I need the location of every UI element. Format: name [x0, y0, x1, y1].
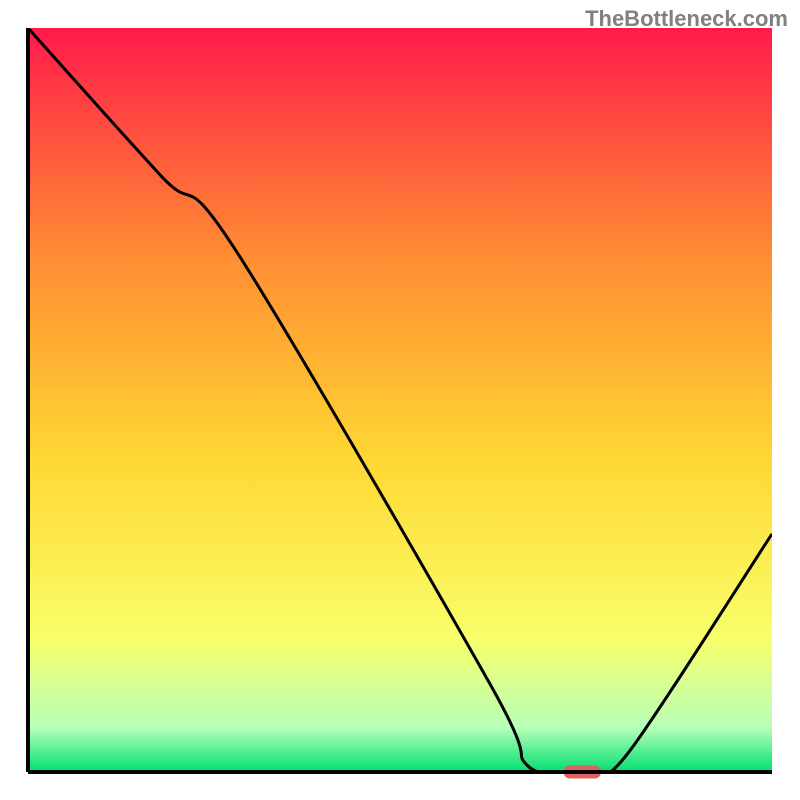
chart-container: TheBottleneck.com	[0, 0, 800, 800]
gradient-background	[28, 28, 772, 772]
bottleneck-chart	[0, 0, 800, 800]
watermark-text: TheBottleneck.com	[585, 6, 788, 32]
